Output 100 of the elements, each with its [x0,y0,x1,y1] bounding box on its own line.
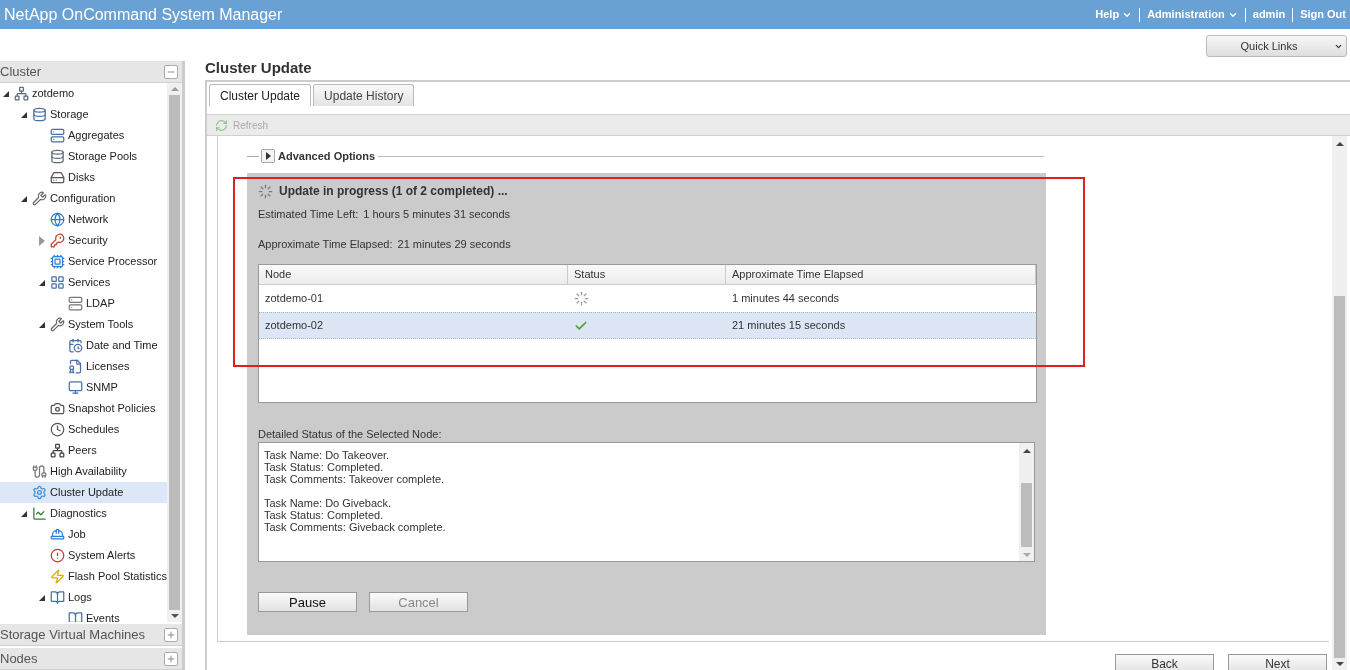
link-icon [32,464,47,479]
database-icon [50,149,65,164]
expanded-triangle-icon[interactable] [21,111,27,118]
action-button[interactable]: Pause [258,592,357,612]
expanded-triangle-icon[interactable] [39,279,45,286]
estimated-value: 1 hours 5 minutes 31 seconds [363,206,511,222]
tree-label: System Alerts [68,548,136,564]
gear-icon [32,485,47,500]
tree-label: Storage [50,107,89,123]
tree-label: Disks [68,170,95,186]
tree-item[interactable]: Peers [0,440,167,461]
tree-item[interactable]: Services [0,272,167,293]
collapsed-triangle-icon[interactable] [39,235,45,246]
status-line: Task Status: Completed. [264,461,385,473]
scroll-down-icon[interactable] [1335,662,1344,666]
tree-item[interactable]: Events [0,608,167,622]
column-header[interactable]: Node [259,265,568,284]
scroll-thumb[interactable] [1334,296,1345,658]
expand-toggle[interactable] [261,149,275,163]
tree-item[interactable]: Network [0,209,167,230]
tree-label: High Availability [50,464,127,480]
table-row[interactable]: zotdemo-01 1 minutes 44 seconds [259,285,1036,312]
section-title: Cluster [0,62,42,81]
progress-title: Update in progress (1 of 2 completed) ... [279,183,508,200]
table-cell-text: zotdemo-02 [264,318,325,334]
tree-item[interactable]: Security [0,230,167,251]
scroll-up-icon[interactable] [1335,142,1344,146]
status-line: Task Name: Do Giveback. [264,497,393,509]
nav-button[interactable]: Next [1228,654,1327,670]
tree-label: Configuration [50,191,116,207]
status-line: Task Comments: Giveback complete. [264,521,447,533]
book-icon [50,590,65,605]
certificate-icon [68,359,83,374]
expanded-triangle-icon[interactable] [39,594,45,601]
table-cell-text: zotdemo-01 [264,291,325,307]
key-icon [50,233,65,248]
lightning-icon [49,569,65,584]
tree-item[interactable]: zotdemo [0,83,167,104]
tree-item[interactable]: Diagnostics [0,503,167,524]
tree-item[interactable]: Flash Pool Statistics [0,566,167,587]
wrench-icon [32,191,47,206]
chart-icon [32,506,47,521]
wrench-icon [50,317,65,332]
tree-item[interactable]: Configuration [0,188,167,209]
tree-item[interactable]: High Availability [0,461,167,482]
expanded-triangle-icon[interactable] [39,321,45,328]
tree-label: Cluster Update [50,485,124,501]
scroll-up-icon[interactable] [1022,449,1031,453]
tab[interactable]: Update History [313,84,415,106]
tree-label: Flash Pool Statistics [67,569,167,585]
tree-label: Service Processor [68,254,158,270]
scroll-down-icon[interactable] [170,614,179,618]
chip-icon [50,254,65,269]
scrollbar[interactable] [1019,443,1034,561]
tree-item[interactable]: System Tools [0,314,167,335]
network-icon [50,443,65,458]
details-textarea[interactable]: Task Name: Do Takeover. Task Status: Completed. Task Comments: Takeover complete. Task Name: Do Giveback. Task Status: Completed. Task Comments: Giveback complete. [258,442,1035,562]
tree-item[interactable]: System Alerts [0,545,167,566]
tree-item[interactable]: Logs [0,587,167,608]
table-row[interactable]: zotdemo-02 21 minutes 15 seconds [259,312,1036,339]
scroll-thumb[interactable] [1021,483,1032,547]
accordion-header[interactable]: Cluster [0,61,182,83]
expanded-triangle-icon[interactable] [21,510,27,517]
tree-label: Schedules [68,422,120,438]
elapsed-label: Approximate Time Elapsed: [258,236,393,252]
accordion-header[interactable]: Storage Virtual Machines [0,624,182,646]
tree-item[interactable]: Licenses [0,356,167,377]
details-label: Detailed Status of the Selected Node: [258,427,443,440]
scrollbar[interactable] [167,83,182,622]
server-icon [50,128,65,143]
tree-label: Job [68,527,86,543]
accordion-header[interactable]: Nodes [0,648,182,670]
expanded-triangle-icon[interactable] [3,90,9,97]
tree-item[interactable]: Schedules [0,419,167,440]
table-cell-text: 1 minutes 44 seconds [731,291,840,307]
expanded-triangle-icon[interactable] [21,195,27,202]
tree-label: LDAP [86,296,115,312]
tree-item[interactable]: Storage Pools [0,146,167,167]
scrollbar[interactable] [1332,136,1347,670]
tree-item[interactable]: Aggregates [0,125,167,146]
column-header[interactable]: Status [568,265,726,284]
scroll-thumb[interactable] [169,95,180,610]
column-header[interactable]: Approximate Time Elapsed [726,265,1036,284]
tree-label: Events [86,611,120,622]
tree-label: Logs [68,590,92,606]
tree-item[interactable]: Disks [0,167,167,188]
tree-item[interactable]: SNMP [0,377,167,398]
tree-item[interactable]: Date and Time [0,335,167,356]
tree-item[interactable]: Snapshot Policies [0,398,167,419]
tree-item[interactable]: Job [0,524,167,545]
tree-item[interactable]: Service Processor [0,251,167,272]
tree-item[interactable]: Cluster Update [0,482,167,503]
nav-button[interactable]: Back [1115,654,1214,670]
alert-icon [50,548,65,563]
quick-links-button[interactable]: Quick Links [1206,35,1347,57]
tree-item[interactable]: LDAP [0,293,167,314]
tab[interactable]: Cluster Update [209,84,312,106]
tree-item[interactable]: Storage [0,104,167,125]
spinner-icon [258,183,273,199]
tree-label: System Tools [68,317,134,333]
